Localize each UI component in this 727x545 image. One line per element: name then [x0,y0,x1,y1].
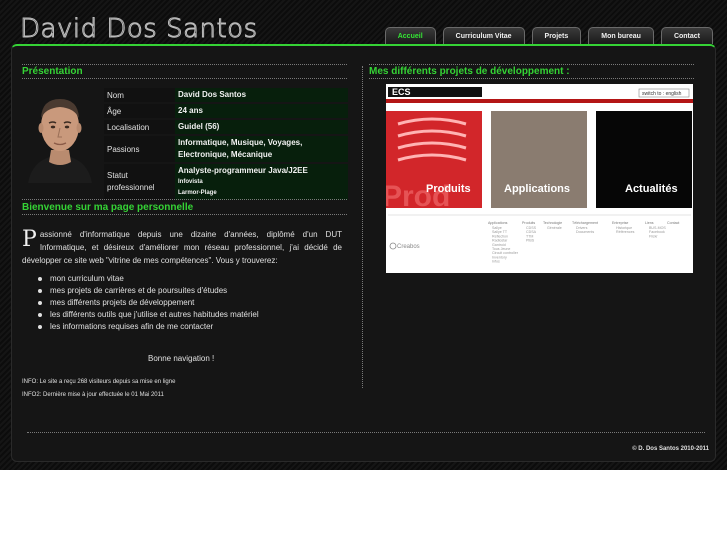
page-frame: David Dos Santos Accueil Curriculum Vita… [0,0,727,470]
projects-title: Mes différents projets de développement … [369,66,570,77]
employer: Infovista [178,179,203,185]
project-logo: ECS [392,87,411,97]
row-label: Localisation [104,120,175,134]
tab-projets[interactable]: Projets [531,27,582,44]
shot-column-head: Applications [488,221,508,225]
tab-accueil[interactable]: Accueil [384,27,436,44]
table-row: Nom David Dos Santos [104,88,348,102]
row-value: Analyste-programmeur Java/J2EE Infovista… [175,164,348,200]
shot-column-head: Liens [645,221,654,225]
row-value: Informatique, Musique, Voyages, Electron… [175,136,348,162]
divider [22,64,347,65]
row-value: David Dos Santos [175,88,348,102]
shot-column-head: Entreprise [612,221,628,225]
site-title: David Dos Santos [20,14,258,45]
brand-label: Creabos [397,244,420,250]
tab-mon-bureau[interactable]: Mon bureau [588,27,654,44]
job-title: Analyste-programmeur Java/J2EE [178,166,308,175]
row-label: Passions [104,136,175,162]
row-label: Statut professionnel [104,164,175,200]
divider [22,214,347,215]
shot-column-head: Technologie [543,221,562,225]
shot-column-item: Documents [576,230,594,234]
presentation-title: Présentation [22,66,83,77]
table-row: Statut professionnel Analyste-programmeu… [104,164,348,200]
column-separator [362,66,363,388]
footer-copyright: © D. Dos Santos 2010-2011 [632,446,709,452]
closing-text: Bonne navigation ! [148,354,215,363]
table-row: Âge 24 ans [104,104,348,118]
dropcap: P [22,227,37,252]
last-update: INFO2: Dernière mise à jour effectuée le… [22,392,164,398]
row-value: Guidel (56) [175,120,348,134]
shot-column-item: Générale [547,226,562,230]
intro-paragraph: Passionné d'informatique depuis une diza… [22,228,342,267]
list-item: mes différents projets de développement [38,297,259,309]
shot-column-item: Références [616,230,635,234]
shot-column-item: Infos [492,260,500,264]
intro-text: assionné d'informatique depuis une dizai… [22,230,342,265]
shot-column-head: Produits [522,221,535,225]
list-item: mes projets de carrières et de poursuite… [38,285,259,297]
table-row: Passions Informatique, Musique, Voyages,… [104,136,348,162]
profile-table: Nom David Dos Santos Âge 24 ans Localisa… [104,86,348,202]
project-screenshot-link[interactable]: ECS switch to : english Prod Produits Ap… [386,84,693,273]
tab-contact[interactable]: Contact [660,27,713,44]
welcome-title: Bienvenue sur ma page personnelle [22,202,194,213]
list-item: les différents outils que j'utilise et a… [38,309,259,321]
divider [22,78,347,79]
tile-applications: Applications [504,183,570,195]
visitor-count: INFO: Le site a reçu 268 visiteurs depui… [22,379,176,385]
shot-column-head: Contact [667,221,679,225]
divider [369,78,694,79]
shot-column-item: Flickr [649,234,658,238]
tile-actualites: Actualités [625,183,678,195]
tab-curriculum-vitae[interactable]: Curriculum Vitae [442,27,525,44]
switch-language-link: switch to : english [642,91,682,97]
main-nav: Accueil Curriculum Vitae Projets Mon bur… [384,27,713,44]
tile-produits: Produits [426,183,471,195]
work-location: Larmor-Plage [178,190,217,196]
divider [369,64,694,65]
shot-column-item: PIBS [526,239,535,243]
shot-column-head: Téléchargement [572,221,598,225]
table-row: Localisation Guidel (56) [104,120,348,134]
divider [27,432,705,433]
row-label: Âge [104,104,175,118]
profile-photo [24,88,96,183]
divider [22,199,347,200]
row-value: 24 ans [175,104,348,118]
list-item: mon curriculum vitae [38,273,259,285]
feature-list: mon curriculum vitae mes projets de carr… [38,273,259,333]
row-label: Nom [104,88,175,102]
list-item: les informations requises afin de me con… [38,321,259,333]
